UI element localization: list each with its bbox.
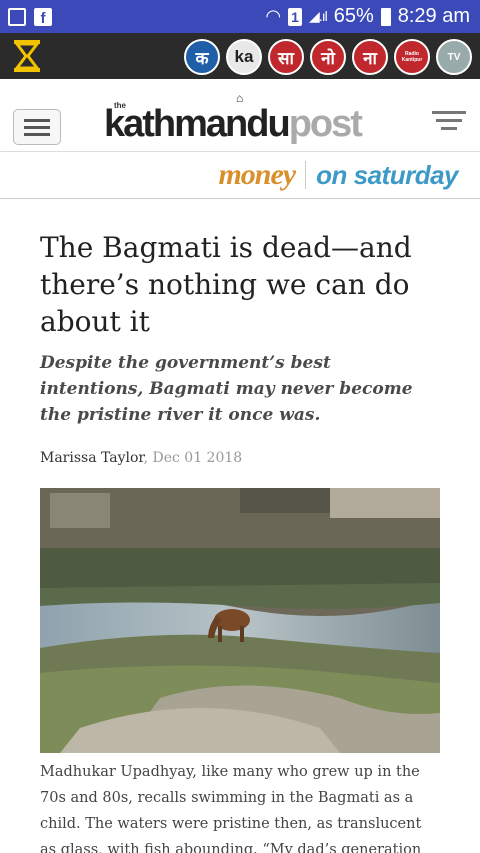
publication-switcher: क ka सा नो ना Radio Kantipur TV bbox=[184, 39, 472, 75]
pub-kantipur-icon[interactable]: क bbox=[184, 39, 220, 75]
battery-icon bbox=[380, 7, 391, 26]
logo-post: post bbox=[288, 103, 363, 145]
site-header: the ⌂ kathmandupost money on saturday bbox=[0, 79, 480, 199]
section-on-saturday[interactable]: on saturday bbox=[316, 160, 458, 191]
pub-kantipur-tv-icon[interactable]: TV bbox=[436, 39, 472, 75]
article: The Bagmati is dead—and there’s nothing … bbox=[0, 199, 480, 853]
site-logo[interactable]: kathmandupost bbox=[104, 103, 363, 145]
sections-icon[interactable] bbox=[432, 111, 466, 133]
article-subtitle: Despite the government’s best intentions… bbox=[40, 353, 413, 425]
gallery-notification-icon bbox=[8, 7, 26, 26]
hamburger-icon-line bbox=[24, 125, 50, 129]
facebook-notification-icon: f bbox=[34, 7, 52, 26]
app-bar: क ka सा नो ना Radio Kantipur TV bbox=[0, 33, 480, 79]
menu-button[interactable] bbox=[13, 109, 61, 145]
publish-date: , Dec 01 2018 bbox=[143, 450, 243, 466]
status-bar: f ◠ 1 ◢.ıl 65% 8:29 am bbox=[0, 0, 480, 33]
article-body: Madhukar Upadhyay, like many who grew up… bbox=[40, 764, 422, 853]
section-divider bbox=[305, 161, 307, 189]
pub-ekantipur-icon[interactable]: ka bbox=[226, 39, 262, 75]
header-top: the ⌂ kathmandupost bbox=[0, 79, 480, 152]
hourglass-logo-icon[interactable] bbox=[12, 39, 42, 73]
river-photo-image bbox=[40, 488, 440, 753]
sim-indicator: 1 bbox=[288, 7, 303, 26]
pub-saptahik-icon[interactable]: सा bbox=[268, 39, 304, 75]
article-title: The Bagmati is dead—and there’s nothing … bbox=[40, 231, 412, 338]
hamburger-icon-line bbox=[24, 132, 50, 136]
article-photo[interactable] bbox=[40, 488, 440, 753]
section-money[interactable]: money bbox=[218, 158, 296, 192]
signal-icon: ◢.ıl bbox=[309, 8, 328, 24]
pub-nepal-icon[interactable]: नो bbox=[310, 39, 346, 75]
battery-percent: 65% bbox=[333, 5, 374, 27]
logo-main: kathmandu bbox=[104, 103, 291, 145]
author-link[interactable]: Marissa Taylor bbox=[40, 450, 144, 466]
clock: 8:29 am bbox=[397, 5, 470, 27]
section-bar: money on saturday bbox=[0, 152, 480, 198]
pub-nari-icon[interactable]: ना bbox=[352, 39, 388, 75]
byline: Marissa Taylor, Dec 01 2018 bbox=[40, 450, 440, 466]
hamburger-icon-line bbox=[24, 118, 50, 122]
wifi-icon: ◠ bbox=[265, 6, 282, 26]
pub-radio-kantipur-icon[interactable]: Radio Kantipur bbox=[394, 39, 430, 75]
